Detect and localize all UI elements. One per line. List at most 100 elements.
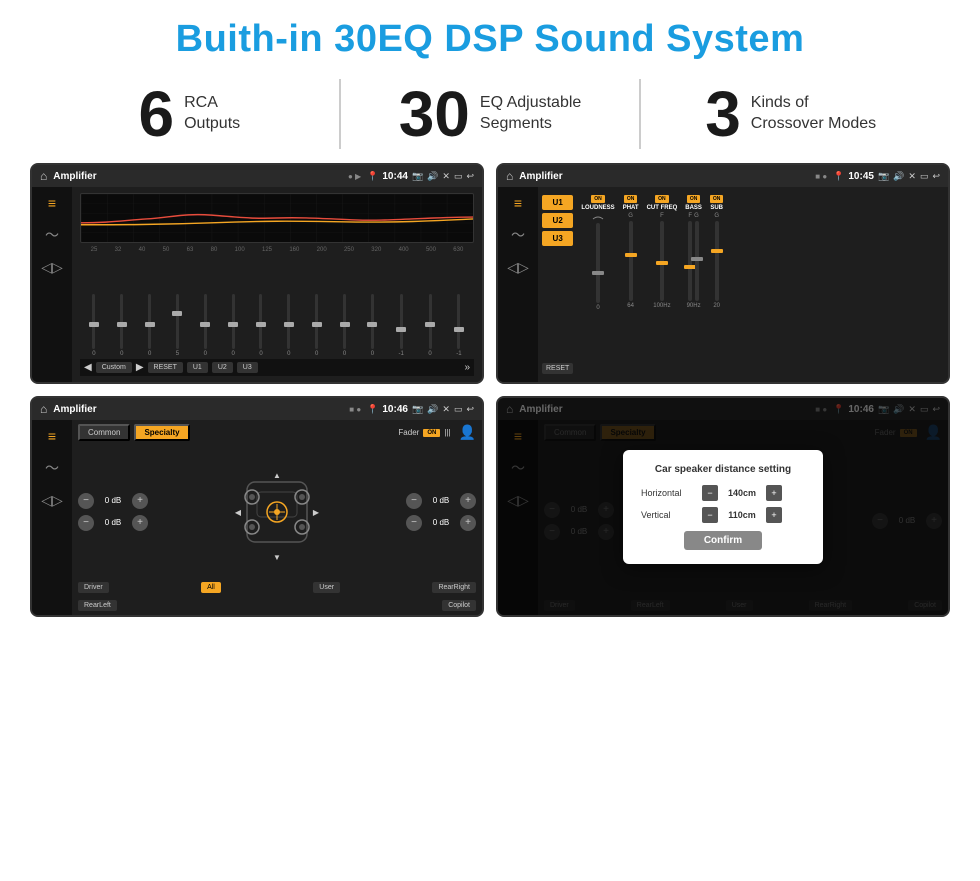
bass-on[interactable]: ON — [687, 195, 701, 203]
bass-slider-f[interactable] — [688, 221, 692, 301]
preset-u3[interactable]: U3 — [542, 231, 573, 246]
phat-thumb[interactable] — [625, 253, 637, 257]
slider-track-1[interactable] — [120, 294, 123, 349]
bass-slider-g[interactable] — [695, 221, 699, 301]
wave-icon-2[interactable]: 〜 — [511, 225, 525, 245]
slider-thumb-13[interactable] — [454, 327, 464, 332]
vol-rl-minus[interactable]: − — [78, 515, 94, 531]
loudness-on[interactable]: ON — [591, 195, 605, 203]
more-icon[interactable]: » — [464, 362, 470, 373]
u1-btn-1[interactable]: U1 — [187, 362, 208, 373]
person-icon[interactable]: 👤 — [459, 424, 476, 441]
close-icon-3[interactable]: ✕ — [442, 404, 450, 415]
close-icon-2[interactable]: ✕ — [908, 171, 916, 182]
cutfreq-thumb[interactable] — [656, 261, 668, 265]
slider-thumb-8[interactable] — [312, 322, 322, 327]
slider-track-3[interactable] — [176, 294, 179, 349]
horizontal-plus[interactable]: + — [766, 485, 782, 501]
user-btn-3[interactable]: User — [313, 582, 340, 593]
slider-track-4[interactable] — [204, 294, 207, 349]
bass-thumb-g[interactable] — [691, 257, 703, 261]
back-icon-3[interactable]: ↩ — [466, 404, 474, 415]
wave-icon-1[interactable]: 〜 — [45, 225, 59, 245]
slider-thumb-10[interactable] — [367, 322, 377, 327]
driver-btn-3[interactable]: Driver — [78, 582, 109, 593]
window-icon-2[interactable]: ▭ — [920, 171, 929, 182]
speaker-icon-1[interactable]: ◁▷ — [41, 259, 63, 276]
preset-u2[interactable]: U2 — [542, 213, 573, 228]
cutfreq-on[interactable]: ON — [655, 195, 669, 203]
slider-track-7[interactable] — [287, 294, 290, 349]
sub-on[interactable]: ON — [710, 195, 724, 203]
rearleft-btn-3[interactable]: RearLeft — [78, 600, 117, 611]
u3-btn-1[interactable]: U3 — [237, 362, 258, 373]
speaker-icon-2[interactable]: ◁▷ — [507, 259, 529, 276]
slider-thumb-12[interactable] — [425, 322, 435, 327]
vol-rr-plus[interactable]: + — [460, 515, 476, 531]
confirm-button[interactable]: Confirm — [684, 531, 762, 550]
prev-arrow[interactable]: ◀ — [84, 362, 92, 373]
slider-thumb-0[interactable] — [89, 322, 99, 327]
home-icon-2[interactable]: ⌂ — [506, 169, 513, 183]
horizontal-minus[interactable]: − — [702, 485, 718, 501]
slider-thumb-6[interactable] — [256, 322, 266, 327]
vol-fr-minus[interactable]: − — [406, 493, 422, 509]
window-icon-3[interactable]: ▭ — [454, 404, 463, 415]
reset-btn-2[interactable]: RESET — [542, 363, 573, 374]
loudness-slider[interactable] — [596, 223, 600, 303]
next-arrow[interactable]: ▶ — [136, 362, 144, 373]
close-icon-1[interactable]: ✕ — [442, 171, 450, 182]
vertical-minus[interactable]: − — [702, 507, 718, 523]
phat-slider[interactable] — [629, 221, 633, 301]
copilot-btn-3[interactable]: Copilot — [442, 600, 476, 611]
speaker-icon-3[interactable]: ◁▷ — [41, 492, 63, 509]
vertical-plus[interactable]: + — [766, 507, 782, 523]
common-tab-3[interactable]: Common — [78, 424, 130, 441]
slider-track-12[interactable] — [429, 294, 432, 349]
slider-track-2[interactable] — [148, 294, 151, 349]
vol-rl-plus[interactable]: + — [132, 515, 148, 531]
specialty-tab-3[interactable]: Specialty — [134, 424, 189, 441]
vol-fl-plus[interactable]: + — [132, 493, 148, 509]
slider-track-8[interactable] — [315, 294, 318, 349]
vol-fr-plus[interactable]: + — [460, 493, 476, 509]
slider-thumb-1[interactable] — [117, 322, 127, 327]
vol-rr-minus[interactable]: − — [406, 515, 422, 531]
sub-slider[interactable] — [715, 221, 719, 301]
eq-icon-3[interactable]: ≡ — [48, 428, 56, 444]
slider-thumb-7[interactable] — [284, 322, 294, 327]
eq-icon-1[interactable]: ≡ — [48, 195, 56, 211]
slider-thumb-5[interactable] — [228, 322, 238, 327]
slider-track-5[interactable] — [232, 294, 235, 349]
slider-thumb-2[interactable] — [145, 322, 155, 327]
rearright-btn-3[interactable]: RearRight — [432, 582, 476, 593]
slider-track-13[interactable] — [457, 294, 460, 349]
preset-u1[interactable]: U1 — [542, 195, 573, 210]
vol-fl-minus[interactable]: − — [78, 493, 94, 509]
cutfreq-slider[interactable] — [660, 221, 664, 301]
slider-thumb-11[interactable] — [396, 327, 406, 332]
phat-on[interactable]: ON — [624, 195, 638, 203]
slider-track-10[interactable] — [371, 294, 374, 349]
slider-track-6[interactable] — [259, 294, 262, 349]
home-icon-1[interactable]: ⌂ — [40, 169, 47, 183]
back-icon-2[interactable]: ↩ — [932, 171, 940, 182]
fader-on[interactable]: ON — [423, 429, 440, 437]
eq-icon-2[interactable]: ≡ — [514, 195, 522, 211]
slider-track-9[interactable] — [343, 294, 346, 349]
all-btn-3[interactable]: All — [201, 582, 221, 593]
reset-btn-1[interactable]: RESET — [148, 362, 183, 373]
back-icon-1[interactable]: ↩ — [466, 171, 474, 182]
window-icon-1[interactable]: ▭ — [454, 171, 463, 182]
wave-icon-3[interactable]: 〜 — [45, 458, 59, 478]
slider-thumb-3[interactable] — [172, 311, 182, 316]
slider-thumb-4[interactable] — [200, 322, 210, 327]
slider-track-0[interactable] — [92, 294, 95, 349]
slider-thumb-9[interactable] — [340, 322, 350, 327]
custom-btn[interactable]: Custom — [96, 362, 132, 373]
u2-btn-1[interactable]: U2 — [212, 362, 233, 373]
home-icon-3[interactable]: ⌂ — [40, 402, 47, 416]
sub-thumb[interactable] — [711, 249, 723, 253]
slider-track-11[interactable] — [400, 294, 403, 349]
loudness-thumb[interactable] — [592, 271, 604, 275]
